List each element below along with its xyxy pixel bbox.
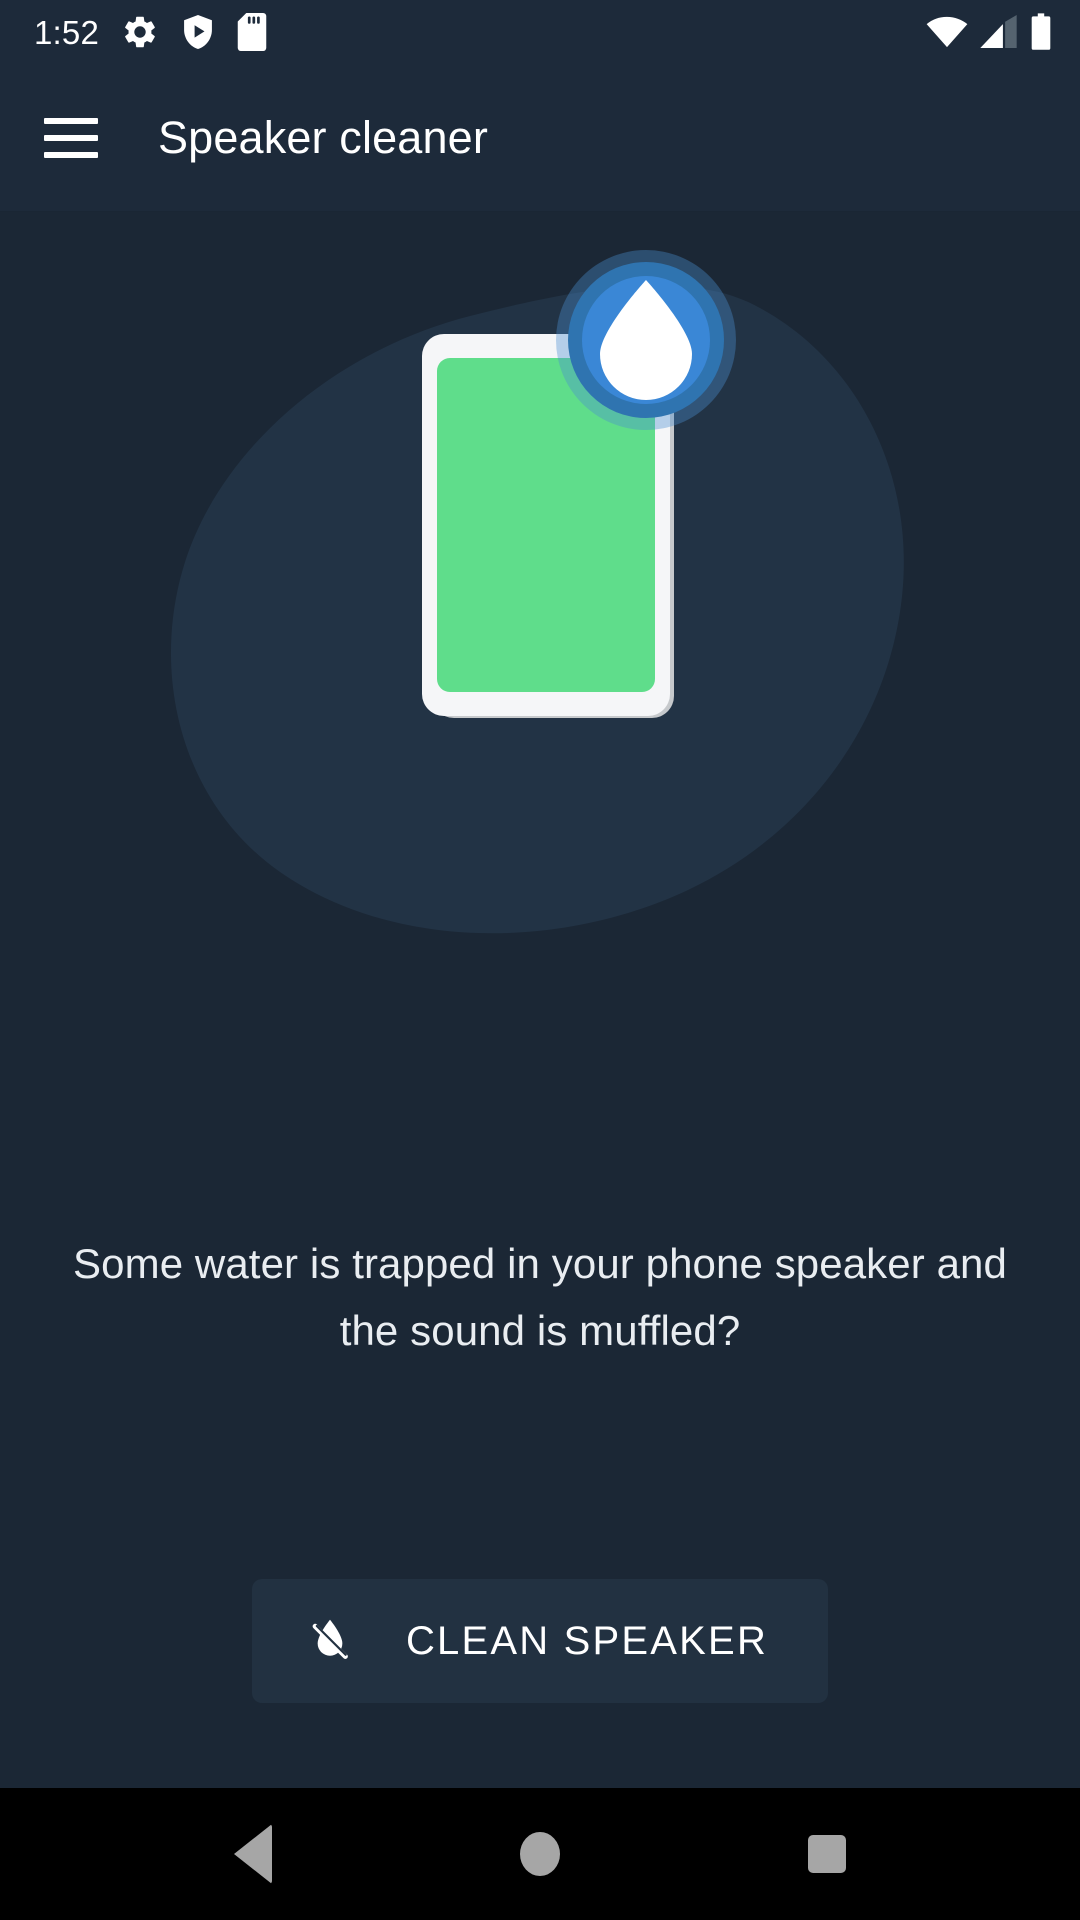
- android-navigation-bar: [0, 1788, 1080, 1920]
- clean-speaker-button[interactable]: CLEAN SPEAKER: [251, 1579, 829, 1703]
- headline-text: Some water is trapped in your phone spea…: [73, 1240, 1007, 1354]
- main-content: Some water is trapped in your phone spea…: [0, 212, 1080, 1788]
- clean-speaker-button-label: CLEAN SPEAKER: [405, 1619, 769, 1663]
- back-triangle-icon: [234, 1824, 273, 1884]
- battery-icon: [1031, 13, 1051, 50]
- app-screen: 1:52 Speaker cleaner Some water is trapp…: [0, 0, 1080, 1920]
- no-water-drop-icon: [312, 1619, 348, 1660]
- recents-square-icon: [807, 1835, 846, 1873]
- nav-home-button[interactable]: [480, 1788, 600, 1920]
- play-protect-shield-icon: [184, 15, 212, 49]
- hamburger-line: [44, 134, 98, 141]
- hamburger-line: [44, 151, 98, 158]
- nav-recents-button[interactable]: [767, 1788, 887, 1920]
- status-bar-right: [926, 13, 1052, 51]
- page-title: Speaker cleaner: [158, 111, 488, 163]
- hamburger-line: [44, 117, 98, 124]
- sd-card-icon: [237, 13, 267, 51]
- nav-back-button[interactable]: [193, 1788, 313, 1920]
- app-bar: Speaker cleaner: [0, 64, 1080, 212]
- wifi-icon: [926, 16, 968, 48]
- hamburger-menu-icon[interactable]: [44, 110, 100, 166]
- primary-action-row: CLEAN SPEAKER: [0, 1579, 1080, 1703]
- home-circle-icon: [519, 1832, 560, 1876]
- phone-with-water-drop-illustration: [0, 212, 1080, 992]
- status-bar: 1:52: [0, 0, 1080, 64]
- settings-gear-icon: [125, 16, 155, 48]
- cellular-signal-icon: [980, 15, 1017, 48]
- status-clock: 1:52: [34, 13, 100, 51]
- status-bar-left: 1:52: [34, 13, 267, 51]
